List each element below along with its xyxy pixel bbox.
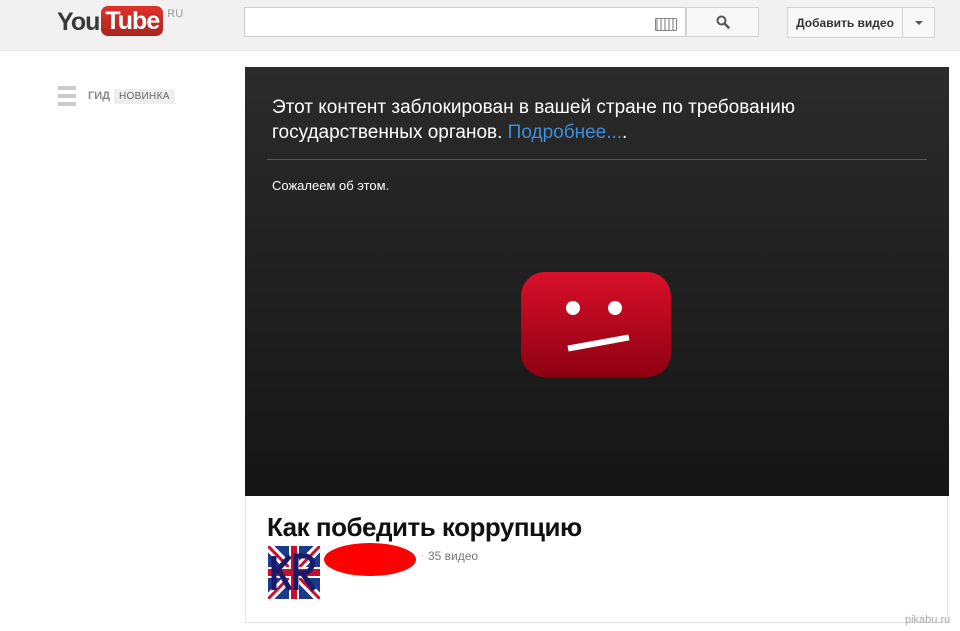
keyboard-icon[interactable] xyxy=(655,18,677,31)
video-player[interactable]: Этот контент заблокирован в вашей стране… xyxy=(245,67,949,496)
guide-toggle[interactable]: ГИД НОВИНКА xyxy=(58,86,175,106)
youtube-logo[interactable]: You Tube RU xyxy=(57,6,183,38)
masthead: You Tube RU Добавить видео xyxy=(0,0,960,51)
message-divider xyxy=(267,159,927,160)
search-icon xyxy=(716,15,730,29)
channel-video-count[interactable]: 35 видео xyxy=(428,549,478,563)
learn-more-link[interactable]: Подробнее... xyxy=(508,122,622,143)
watermark: pikabu.ru xyxy=(905,614,951,626)
logo-tube-text: Tube xyxy=(101,6,164,36)
chevron-down-icon xyxy=(914,20,923,25)
guide-menu-icon xyxy=(58,86,76,106)
video-info-panel: Как победить коррупцию · 35 видео xyxy=(245,496,948,623)
search-input[interactable] xyxy=(244,7,686,37)
guide-label: ГИД xyxy=(88,90,110,102)
search-button[interactable] xyxy=(686,7,759,37)
video-title: Как победить коррупцию xyxy=(267,512,582,542)
redacted-channel-name xyxy=(324,543,416,576)
blocked-message: Этот контент заблокирован в вашей стране… xyxy=(272,95,892,145)
meta-separator: · xyxy=(421,550,425,561)
union-jack-icon xyxy=(268,546,320,599)
blocked-message-suffix: . xyxy=(622,122,628,143)
logo-you-text: You xyxy=(57,8,100,36)
sad-youtube-icon xyxy=(521,272,671,377)
upload-video-button[interactable]: Добавить видео xyxy=(787,7,903,38)
logo-region: RU xyxy=(167,8,184,20)
channel-avatar[interactable] xyxy=(268,546,320,599)
sorry-text: Сожалеем об этом. xyxy=(272,178,390,193)
upload-menu-button[interactable] xyxy=(903,7,935,38)
guide-new-badge: НОВИНКА xyxy=(113,88,175,104)
